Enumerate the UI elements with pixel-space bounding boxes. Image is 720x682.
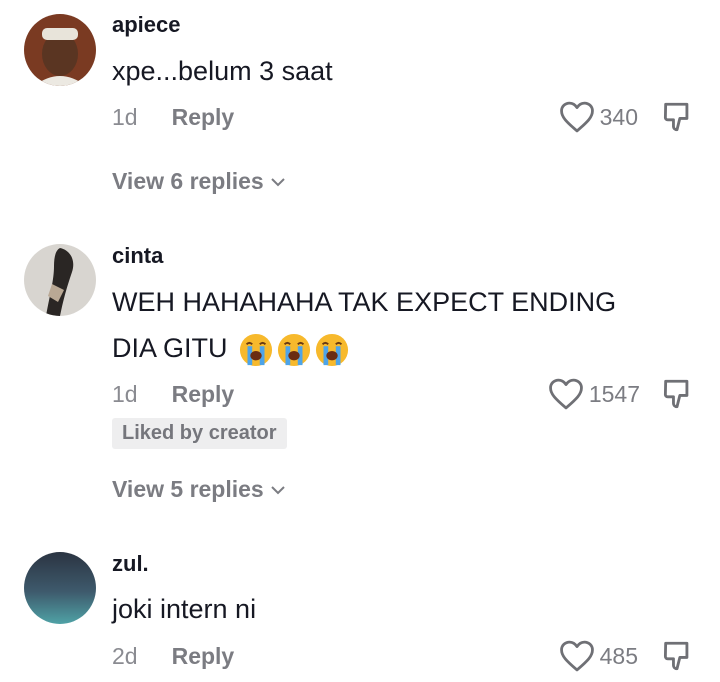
like-button[interactable]: 1547 bbox=[547, 377, 640, 411]
avatar[interactable] bbox=[24, 552, 96, 624]
reply-button[interactable]: Reply bbox=[172, 643, 235, 670]
like-count: 1547 bbox=[588, 380, 640, 407]
loudly-crying-face-icon bbox=[239, 333, 273, 366]
avatar[interactable] bbox=[24, 14, 96, 86]
thumbs-down-outline-icon[interactable] bbox=[660, 100, 694, 134]
comment-text-end: DIA GITU bbox=[112, 333, 228, 363]
chevron-down-icon[interactable] bbox=[270, 484, 286, 496]
username[interactable]: zul. bbox=[112, 551, 149, 577]
timestamp: 2d bbox=[112, 643, 138, 669]
comment-text-line-2: DIA GITU bbox=[112, 325, 702, 371]
heart-outline-icon[interactable] bbox=[558, 100, 596, 134]
like-count: 485 bbox=[599, 642, 638, 669]
comment-text-line: WEH HAHAHAHA TAK EXPECT ENDING bbox=[112, 287, 617, 317]
reply-button[interactable]: Reply bbox=[172, 381, 235, 408]
like-button[interactable]: 340 bbox=[558, 100, 638, 134]
timestamp: 1d bbox=[112, 381, 138, 407]
loudly-crying-face-icon bbox=[277, 333, 311, 366]
view-replies-button[interactable]: View 5 replies bbox=[112, 476, 286, 503]
comment-text: WEH HAHAHAHA TAK EXPECT ENDING DIA GITU bbox=[112, 279, 702, 371]
view-replies-button[interactable]: View 6 replies bbox=[112, 168, 286, 195]
comment-text: xpe...belum 3 saat bbox=[112, 56, 333, 86]
username[interactable]: apiece bbox=[112, 12, 181, 38]
comment-meta: 2d Reply bbox=[112, 643, 234, 670]
thumbs-down-outline-icon[interactable] bbox=[660, 639, 694, 673]
reply-button[interactable]: Reply bbox=[172, 104, 235, 131]
username[interactable]: cinta bbox=[112, 243, 163, 269]
view-replies-label[interactable]: View 6 replies bbox=[112, 168, 264, 195]
heart-outline-icon[interactable] bbox=[558, 639, 596, 673]
comment-meta: 1d Reply bbox=[112, 104, 234, 131]
avatar[interactable] bbox=[24, 244, 96, 316]
comment-text: joki intern ni bbox=[112, 594, 257, 624]
thumbs-down-outline-icon[interactable] bbox=[660, 377, 694, 411]
heart-outline-icon[interactable] bbox=[547, 377, 585, 411]
liked-by-creator-badge: Liked by creator bbox=[112, 418, 287, 449]
comment-meta: 1d Reply bbox=[112, 381, 234, 408]
like-count: 340 bbox=[599, 103, 638, 130]
view-replies-label[interactable]: View 5 replies bbox=[112, 476, 264, 503]
chevron-down-icon[interactable] bbox=[270, 176, 286, 188]
timestamp: 1d bbox=[112, 104, 138, 130]
like-button[interactable]: 485 bbox=[558, 639, 638, 673]
loudly-crying-face-icon bbox=[315, 333, 349, 366]
